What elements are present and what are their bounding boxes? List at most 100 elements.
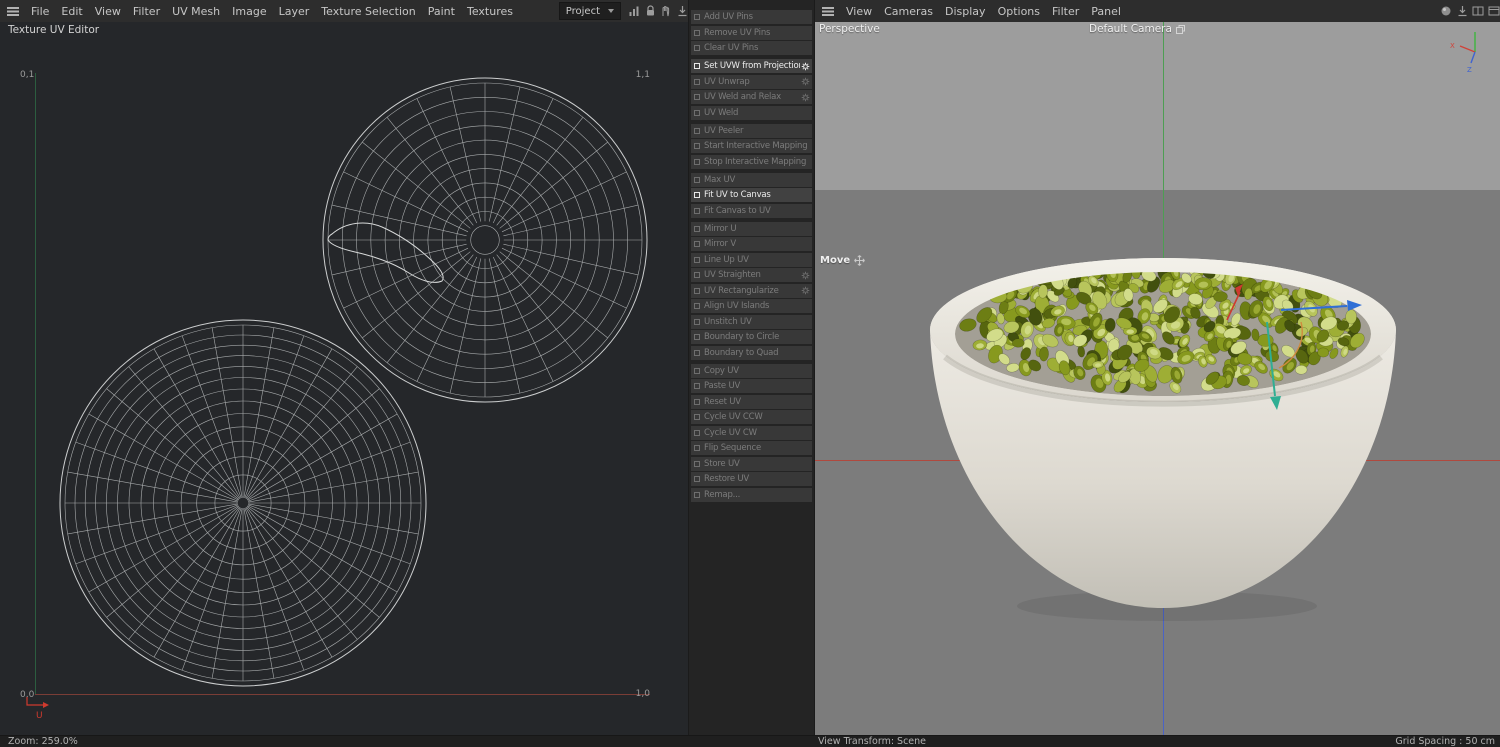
uv-command-paste-uv[interactable]: Paste UV xyxy=(691,379,812,393)
uv-editor-menubar: File Edit View Filter UV Mesh Image Layer Textu… xyxy=(0,0,696,23)
uv-command-copy-uv[interactable]: Copy UV xyxy=(691,363,812,378)
uv-peeler-icon xyxy=(694,127,704,134)
stop-interactive-mapping-icon xyxy=(694,158,704,165)
uv-command-restore-uv[interactable]: Restore UV xyxy=(691,472,812,486)
menu-file[interactable]: File xyxy=(25,2,55,21)
uv-command-label: Fit Canvas to UV xyxy=(704,205,771,216)
vp-menu-filter[interactable]: Filter xyxy=(1046,2,1085,21)
uv-command-uv-peeler[interactable]: UV Peeler xyxy=(691,123,812,138)
settings-gear-icon[interactable] xyxy=(800,77,810,86)
menu-edit[interactable]: Edit xyxy=(55,2,88,21)
uv-command-uv-weld[interactable]: UV Weld xyxy=(691,105,812,120)
menu-paint[interactable]: Paint xyxy=(422,2,461,21)
viewport-toolbar-icons xyxy=(1438,3,1500,19)
uv-command-mirror-v[interactable]: Mirror V xyxy=(691,237,812,251)
uv-command-stop-interactive-mapping[interactable]: Stop Interactive Mapping xyxy=(691,154,812,169)
menu-view[interactable]: View xyxy=(89,2,127,21)
uv-command-fit-uv-to-canvas[interactable]: Fit UV to Canvas xyxy=(691,188,812,202)
set-uvw-from-projection-icon xyxy=(694,63,704,69)
menu-hamburger-icon[interactable] xyxy=(822,6,834,16)
download-icon[interactable] xyxy=(1454,3,1470,19)
render-sphere-icon[interactable] xyxy=(1438,3,1454,19)
uv-command-unstitch-uv[interactable]: Unstitch UV xyxy=(691,314,812,329)
uv-command-fit-canvas-to-uv[interactable]: Fit Canvas to UV xyxy=(691,203,812,218)
boundary-to-quad-icon xyxy=(694,349,704,356)
menu-texture-selection[interactable]: Texture Selection xyxy=(315,2,421,21)
fit-uv-to-canvas-icon xyxy=(694,192,704,198)
uv-canvas[interactable]: 0,1 1,1 0,0 1,0 U xyxy=(0,22,688,735)
uv-command-boundary-to-quad[interactable]: Boundary to Quad xyxy=(691,345,812,360)
uv-command-label: Start Interactive Mapping xyxy=(704,141,808,151)
uv-command-boundary-to-circle[interactable]: Boundary to Circle xyxy=(691,330,812,344)
uv-command-reset-uv[interactable]: Reset UV xyxy=(691,394,812,409)
uv-command-cycle-uv-cw[interactable]: Cycle UV CW xyxy=(691,425,812,440)
panel-split-icon[interactable] xyxy=(1470,3,1486,19)
vp-menu-cameras[interactable]: Cameras xyxy=(878,2,939,21)
menu-image[interactable]: Image xyxy=(226,2,272,21)
uv-command-group: Copy UV Paste UV Reset UV Cycle UV CCW Cycle… xyxy=(689,363,814,502)
uv-unwrap-icon xyxy=(694,78,704,85)
uv-command-uv-weld-and-relax[interactable]: UV Weld and Relax xyxy=(691,90,812,104)
uv-command-label: Cycle UV CW xyxy=(704,427,757,438)
uv-command-uv-unwrap[interactable]: UV Unwrap xyxy=(691,74,812,89)
application-window: File Edit View Filter UV Mesh Image Layer Textu… xyxy=(0,0,1500,747)
settings-gear-icon[interactable] xyxy=(800,271,810,280)
uv-command-align-uv-islands[interactable]: Align UV Islands xyxy=(691,299,812,313)
uv-command-label: Reset UV xyxy=(704,396,741,407)
vp-menu-panel[interactable]: Panel xyxy=(1085,2,1127,21)
menu-filter[interactable]: Filter xyxy=(127,2,166,21)
uv-command-label: Remove UV Pins xyxy=(704,27,771,38)
remap-icon xyxy=(694,491,704,498)
remove-uv-pins-icon xyxy=(694,29,704,36)
project-select[interactable]: Project xyxy=(558,2,621,20)
uv-command-label: Line Up UV xyxy=(704,254,749,265)
uv-command-label: Stop Interactive Mapping xyxy=(704,156,807,167)
viewport-menubar: View Cameras Display Options Filter Panel xyxy=(815,0,1500,23)
uv-command-label: Mirror U xyxy=(704,223,737,234)
uv-command-group: Add UV Pins Remove UV Pins Clear UV Pins xyxy=(689,10,814,55)
menu-hamburger-icon[interactable] xyxy=(7,6,19,16)
vp-menu-view[interactable]: View xyxy=(840,2,878,21)
menu-textures[interactable]: Textures xyxy=(461,2,519,21)
menu-uv-mesh[interactable]: UV Mesh xyxy=(166,2,226,21)
u-axis-label: U xyxy=(36,711,43,721)
settings-gear-icon[interactable] xyxy=(800,62,810,71)
settings-gear-icon[interactable] xyxy=(800,93,810,102)
uv-command-max-uv[interactable]: Max UV xyxy=(691,172,812,187)
panel-icon[interactable] xyxy=(1486,3,1500,19)
uv-command-line-up-uv[interactable]: Line Up UV xyxy=(691,252,812,267)
max-uv-icon xyxy=(694,176,704,183)
camera-link-icon[interactable] xyxy=(1175,24,1185,34)
uv-command-label: Max UV xyxy=(704,174,736,185)
uv-command-label: Add UV Pins xyxy=(704,12,753,22)
uv-command-remap[interactable]: Remap... xyxy=(691,487,812,502)
uv-command-label: Paste UV xyxy=(704,381,741,391)
uv-command-uv-rectangularize[interactable]: UV Rectangularize xyxy=(691,283,812,298)
uv-command-label: UV Unwrap xyxy=(704,76,750,87)
uv-command-cycle-uv-ccw[interactable]: Cycle UV CCW xyxy=(691,410,812,424)
uv-command-uv-straighten[interactable]: UV Straighten xyxy=(691,268,812,282)
uv-command-remove-uv-pins[interactable]: Remove UV Pins xyxy=(691,25,812,40)
uv-command-mirror-u[interactable]: Mirror U xyxy=(691,221,812,236)
uv-canvas-background xyxy=(0,22,688,735)
copy-uv-icon xyxy=(694,367,704,374)
chart-icon[interactable] xyxy=(626,3,642,19)
camera-label[interactable]: Default Camera xyxy=(1089,23,1172,35)
uv-command-start-interactive-mapping[interactable]: Start Interactive Mapping xyxy=(691,139,812,153)
uv-command-flip-sequence[interactable]: Flip Sequence xyxy=(691,441,812,455)
viewport-3d[interactable]: X Z xyxy=(815,22,1500,735)
move-tool-label: Move xyxy=(820,255,851,266)
vp-menu-options[interactable]: Options xyxy=(992,2,1046,21)
uv-command-store-uv[interactable]: Store UV xyxy=(691,456,812,471)
menu-layer[interactable]: Layer xyxy=(273,2,316,21)
uv-command-clear-uv-pins[interactable]: Clear UV Pins xyxy=(691,41,812,55)
vp-menu-display[interactable]: Display xyxy=(939,2,992,21)
lock-icon[interactable] xyxy=(642,3,658,19)
clear-uv-pins-icon xyxy=(694,45,704,51)
uv-corner-01: 0,1 xyxy=(20,70,34,80)
hand-icon[interactable] xyxy=(658,3,674,19)
reset-uv-icon xyxy=(694,398,704,405)
uv-command-add-uv-pins[interactable]: Add UV Pins xyxy=(691,10,812,24)
uv-command-set-uvw-from-projection[interactable]: Set UVW from Projection xyxy=(691,59,812,73)
settings-gear-icon[interactable] xyxy=(800,286,810,295)
